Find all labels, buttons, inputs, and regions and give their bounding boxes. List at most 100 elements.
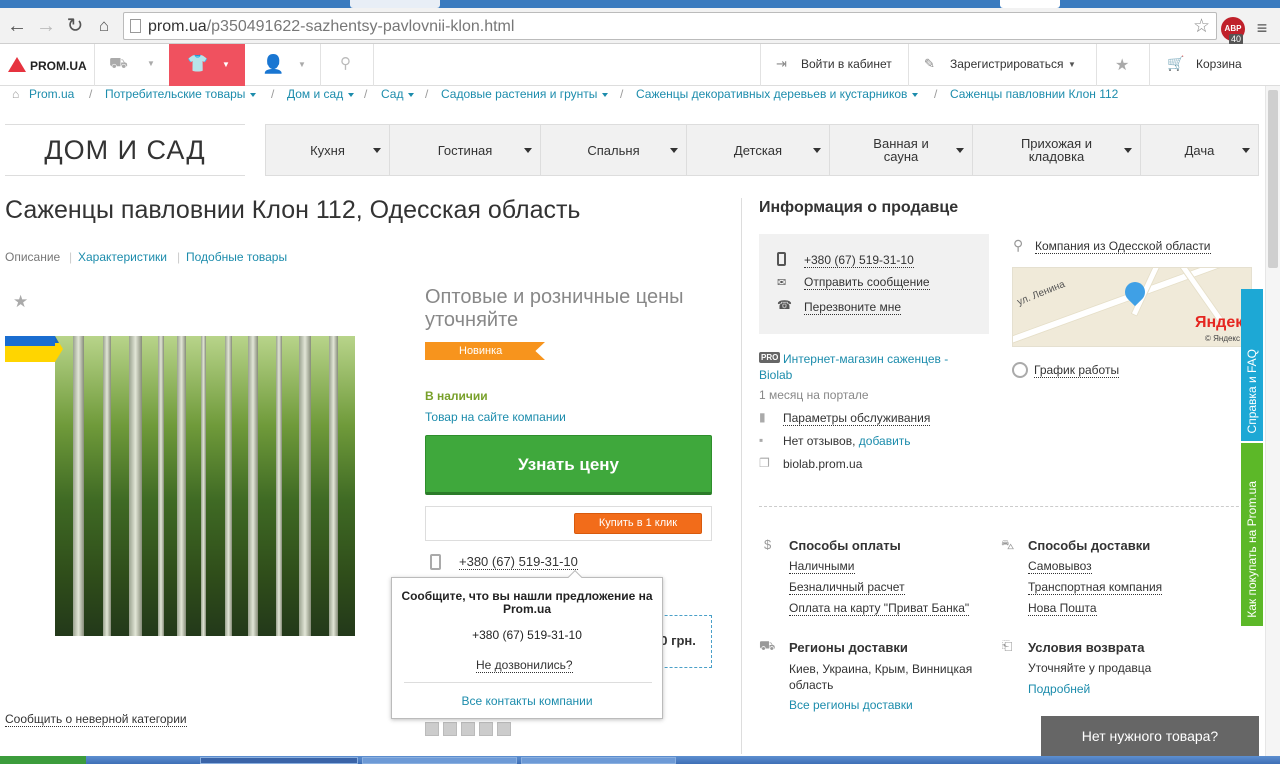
reload-icon[interactable]: ↻: [63, 14, 87, 38]
favorite-star-icon[interactable]: ★: [13, 292, 28, 312]
add-review-link[interactable]: добавить: [859, 434, 911, 448]
payment-item[interactable]: Наличными: [789, 559, 855, 574]
forward-icon[interactable]: →: [34, 14, 58, 38]
browser-tab-active[interactable]: [1000, 0, 1060, 8]
popup-phone[interactable]: +380 (67) 519-31-10: [392, 628, 662, 642]
seller-site-link[interactable]: biolab.prom.ua: [783, 457, 862, 471]
truck-icon[interactable]: ⛟: [109, 55, 128, 74]
handcart-icon: ⛍: [1001, 537, 1015, 552]
chevron-down-icon[interactable]: ▼: [147, 59, 155, 68]
shop-name-link[interactable]: Интернет-магазин саженцев - Biolab: [759, 351, 979, 383]
payment-item[interactable]: Оплата на карту "Приват Банка": [789, 601, 970, 616]
region-link[interactable]: Компания из Одесской области: [1035, 239, 1211, 254]
taskbar-item[interactable]: [200, 757, 358, 764]
browser-toolbar: ← → ↻ ⌂ prom.ua/p350491622-sazhentsy-pav…: [0, 8, 1280, 45]
not-reached-link[interactable]: Не дозвонились?: [476, 658, 573, 673]
all-regions-link[interactable]: Все регионы доставки: [789, 698, 913, 712]
seller-phone[interactable]: +380 (67) 519-31-10: [804, 253, 914, 268]
schedule-link[interactable]: График работы: [1034, 363, 1120, 378]
service-params-link[interactable]: Параметры обслуживания: [783, 411, 931, 426]
report-category-link[interactable]: Сообщить о неверной категории: [5, 712, 187, 727]
category-nav: Кухня Гостиная Спальня Детская Ванная и …: [265, 124, 1259, 176]
tab-description[interactable]: Описание: [5, 250, 60, 264]
category-nav-item[interactable]: Кухня: [266, 125, 390, 175]
product-title: Саженцы павловнии Клон 112, Одесская обл…: [5, 196, 581, 224]
bookmark-star-icon[interactable]: ☆: [1193, 15, 1210, 38]
chevron-down-icon[interactable]: ▼: [1068, 60, 1076, 69]
tab-similar[interactable]: Подобные товары: [186, 250, 287, 264]
clothes-category-tab[interactable]: 👕 ▼: [169, 44, 245, 86]
register-link[interactable]: Зарегистрироваться: [950, 57, 1063, 71]
cart-link[interactable]: Корзина: [1196, 57, 1242, 71]
returns-heading: Условия возврата: [1028, 640, 1145, 655]
url-text: prom.ua/p350491622-sazhentsy-pavlovnii-k…: [148, 18, 515, 35]
chevron-down-icon: [1242, 148, 1250, 153]
breadcrumb-item[interactable]: Сад: [381, 87, 415, 101]
chevron-down-icon: [1124, 148, 1132, 153]
favorites-star-icon[interactable]: ★: [1115, 55, 1129, 75]
address-bar[interactable]: prom.ua/p350491622-sazhentsy-pavlovnii-k…: [123, 12, 1217, 40]
breadcrumb-item[interactable]: Дом и сад: [287, 87, 355, 101]
regions-text: Киев, Украина, Крым, Винницкая область: [789, 662, 973, 692]
category-nav-item[interactable]: Гостиная: [390, 125, 541, 175]
scrollbar-thumb[interactable]: [1268, 90, 1278, 268]
taskbar-item[interactable]: [521, 757, 676, 764]
breadcrumb-current[interactable]: Саженцы павловнии Клон 112: [950, 87, 1118, 101]
how-to-buy-side-tab[interactable]: Как покупать на Prom.ua: [1241, 443, 1263, 626]
delivery-item[interactable]: Самовывоз: [1028, 559, 1092, 574]
browser-menu-icon[interactable]: ≡: [1252, 18, 1272, 39]
user-icon[interactable]: 👤: [262, 54, 284, 75]
category-nav-item[interactable]: Ванная и сауна: [830, 125, 973, 175]
breadcrumb-item[interactable]: Prom.ua: [29, 87, 74, 101]
page-scrollbar[interactable]: [1265, 86, 1280, 756]
browser-tab[interactable]: [350, 0, 440, 8]
breadcrumb-item[interactable]: Садовые растения и грунты: [441, 87, 609, 101]
shirt-icon: 👕: [187, 54, 209, 73]
no-item-button[interactable]: Нет нужного товара?: [1041, 716, 1259, 756]
category-nav-item[interactable]: Прихожая и кладовка: [973, 125, 1141, 175]
all-contacts-link[interactable]: Все контакты компании: [392, 694, 662, 708]
home-icon[interactable]: ⌂: [92, 14, 116, 38]
location-map[interactable]: ул. Ленина Яндекс © Яндекс: [1012, 267, 1252, 347]
breadcrumb-item[interactable]: Саженцы декоративных деревьев и кустарни…: [636, 87, 919, 101]
login-icon: ⇥: [776, 56, 787, 71]
category-nav-item[interactable]: Детская: [687, 125, 830, 175]
chevron-down-icon: [956, 148, 964, 153]
returns-more-link[interactable]: Подробней: [1028, 682, 1090, 696]
send-message-link[interactable]: Отправить сообщение: [804, 275, 930, 290]
ask-price-button[interactable]: Узнать цену: [425, 435, 712, 495]
one-click-panel: Купить в 1 клик: [425, 506, 712, 541]
home-icon: ⌂: [12, 87, 20, 101]
phone-link[interactable]: +380 (67) 519-31-10: [459, 554, 578, 570]
contact-popup: Сообщите, что вы нашли предложение на Pr…: [391, 577, 663, 719]
tab-characteristics[interactable]: Характеристики: [78, 250, 167, 264]
comment-icon: ▪: [759, 433, 764, 447]
category-title[interactable]: ДОМ И САД: [5, 124, 245, 176]
payment-heading: Способы оплаты: [789, 538, 901, 553]
delivery-item[interactable]: Нова Пошта: [1028, 601, 1097, 616]
taskbar-item[interactable]: [362, 757, 517, 764]
delivery-item[interactable]: Транспортная компания: [1028, 580, 1163, 595]
category-nav-item[interactable]: Дача: [1141, 125, 1258, 175]
divider: [759, 506, 1259, 507]
product-photo[interactable]: [55, 336, 355, 636]
logo-mark-icon: [8, 57, 26, 72]
bar-chart-icon: ▮: [759, 410, 766, 424]
payment-item[interactable]: Безналичный расчет: [789, 580, 905, 595]
login-link[interactable]: Войти в кабинет: [801, 57, 892, 71]
breadcrumb-item[interactable]: Потребительские товары: [105, 87, 257, 101]
seller-heading: Информация о продавце: [759, 199, 959, 216]
stroller-icon[interactable]: ⚲: [340, 54, 351, 72]
buy-one-click-button[interactable]: Купить в 1 клик: [574, 513, 702, 534]
chevron-down-icon[interactable]: ▼: [298, 60, 306, 69]
ukraine-flag-icon: [5, 336, 63, 362]
callback-link[interactable]: Перезвоните мне: [804, 300, 902, 315]
faq-side-tab[interactable]: Справка и FAQ: [1241, 289, 1263, 441]
product-on-site-link[interactable]: Товар на сайте компании: [425, 410, 566, 424]
copy-icon: ❐: [759, 456, 770, 470]
back-icon[interactable]: ←: [5, 14, 29, 38]
stock-status: В наличии: [425, 389, 488, 403]
reviews-text: Нет отзывов, добавить: [783, 434, 911, 448]
category-nav-item[interactable]: Спальня: [541, 125, 687, 175]
start-button[interactable]: [0, 756, 86, 764]
